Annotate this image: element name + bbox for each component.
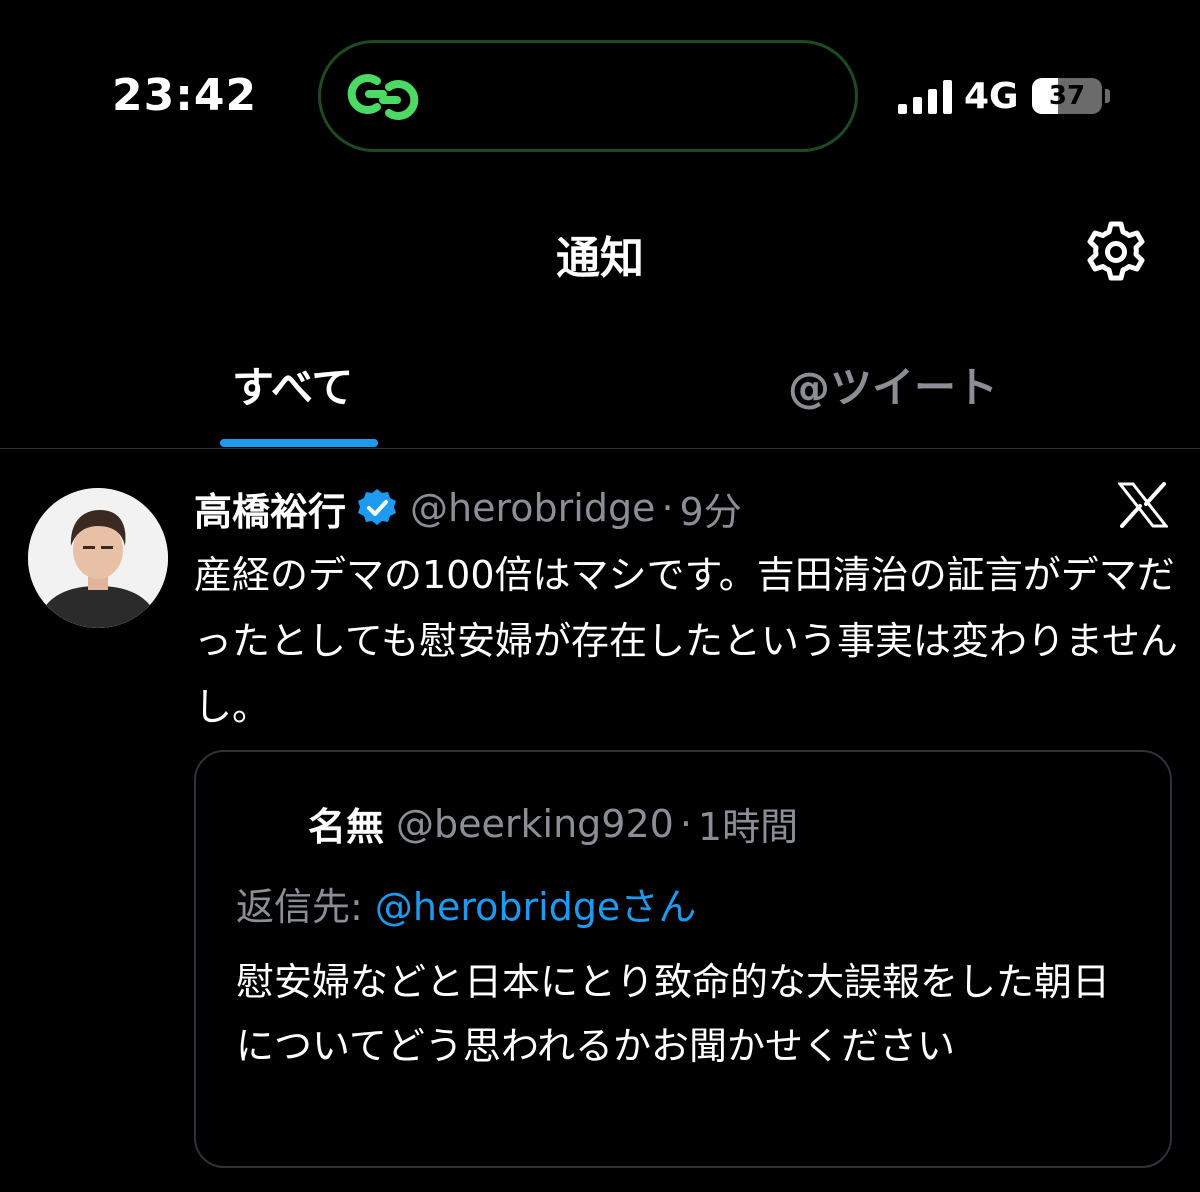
link-icon bbox=[347, 74, 419, 120]
battery-level: 37 bbox=[1048, 81, 1086, 111]
separator-dot: · bbox=[661, 486, 674, 530]
reply-to-label: 返信先: bbox=[236, 885, 375, 929]
reply-to-line: 返信先: @herobridgeさん bbox=[236, 876, 696, 931]
gear-icon[interactable] bbox=[1084, 220, 1148, 284]
verified-badge-icon bbox=[358, 489, 397, 525]
quote-author-handle[interactable]: @beerking920 bbox=[396, 802, 674, 846]
quoted-tweet[interactable]: 名無 @beerking920 · 1時間 返信先: @herobridgeさん… bbox=[194, 750, 1172, 1168]
battery-nub bbox=[1105, 89, 1110, 103]
divider bbox=[0, 448, 1200, 449]
tweet-text: 産経のデマの100倍はマシです。吉田清治の証言がデマだったとしても慰安婦が存在し… bbox=[194, 553, 1178, 729]
quote-header: 名無 @beerking920 · 1時間 bbox=[308, 796, 798, 851]
active-tab-indicator bbox=[220, 439, 378, 447]
signal-icon bbox=[898, 80, 952, 114]
author-name[interactable]: 高橋裕行 bbox=[194, 481, 346, 536]
author-handle[interactable]: @herobridge bbox=[410, 486, 655, 530]
dynamic-island[interactable] bbox=[318, 40, 858, 152]
avatar[interactable] bbox=[28, 488, 168, 628]
tab-mentions[interactable]: @ツイート bbox=[788, 354, 998, 415]
tweet-header: 高橋裕行 @herobridge · 9分 bbox=[194, 480, 742, 536]
battery-icon: 37 bbox=[1032, 78, 1102, 114]
tab-all[interactable]: すべて bbox=[232, 354, 353, 415]
quote-author-name[interactable]: 名無 bbox=[308, 796, 384, 851]
page-title: 通知 bbox=[556, 233, 644, 284]
quote-time: 1時間 bbox=[697, 805, 799, 849]
status-time: 23:42 bbox=[112, 70, 258, 121]
separator-dot: · bbox=[679, 801, 692, 846]
network-type: 4G bbox=[964, 76, 1019, 117]
reply-to-handle[interactable]: @herobridgeさん bbox=[375, 885, 696, 929]
avatar-image bbox=[28, 488, 168, 628]
tweet-time[interactable]: 9分 bbox=[680, 481, 742, 536]
quote-text: 慰安婦などと日本にとり致命的な大誤報をした朝日についてどう思われるかお聞かせくだ… bbox=[236, 960, 1111, 1068]
x-logo-icon bbox=[1118, 482, 1168, 528]
